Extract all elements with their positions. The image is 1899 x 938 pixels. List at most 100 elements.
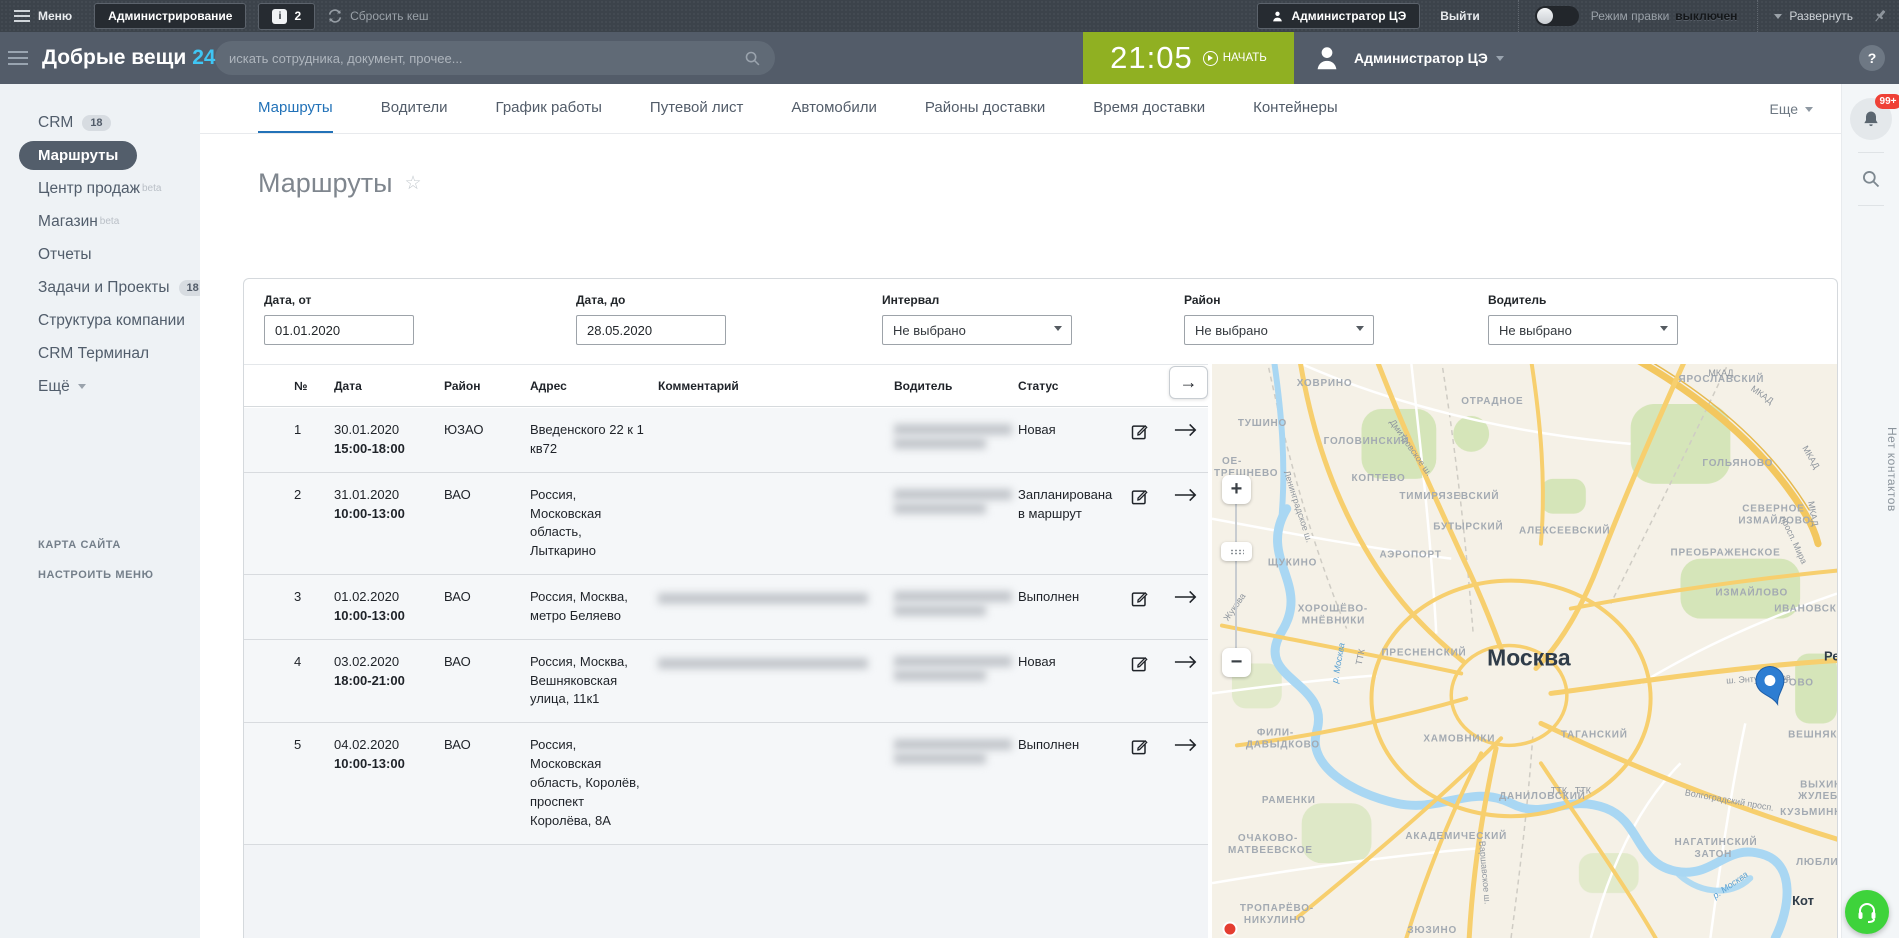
help-button[interactable]: ? bbox=[1859, 45, 1885, 71]
map-district-label: ОЧАКОВО- bbox=[1238, 833, 1298, 844]
column-header-5[interactable]: Водитель bbox=[894, 379, 1018, 393]
column-header-1[interactable]: Дата bbox=[334, 379, 444, 393]
tab-0[interactable]: Маршруты bbox=[258, 84, 333, 133]
sidebar-item-badge: 18 bbox=[82, 115, 110, 131]
map-district-label: ОЕ- bbox=[1222, 456, 1242, 467]
column-header-6[interactable]: Статус bbox=[1018, 379, 1130, 393]
tab-6[interactable]: Время доставки bbox=[1093, 84, 1205, 133]
filter-select-3[interactable]: Не выбрано bbox=[1184, 315, 1374, 345]
reset-cache-button[interactable]: Сбросить кеш bbox=[327, 8, 428, 24]
zoom-slider-handle[interactable] bbox=[1221, 542, 1252, 561]
column-header-4[interactable]: Комментарий bbox=[658, 379, 894, 393]
logout-button[interactable]: Выйти bbox=[1440, 9, 1480, 23]
table-row: 403.02.202018:00-21:00ВАОРоссия, Москва,… bbox=[244, 640, 1208, 724]
sidebar-item-5[interactable]: Задачи и Проекты18 bbox=[0, 271, 200, 304]
sidebar-item-1[interactable]: Маршруты bbox=[0, 139, 200, 172]
beta-tag: beta bbox=[142, 183, 161, 194]
map-district-label: ЗЮЗИНО bbox=[1407, 925, 1457, 936]
delivery-map[interactable]: ХОВРИНООТРАДНОЕЯРОСЛАВСКИЙГОЛОВИНСКИЙТУШ… bbox=[1212, 364, 1837, 938]
table-row: 504.02.202010:00-13:00ВАОРоссия, Московс… bbox=[244, 723, 1208, 844]
configure-menu-link[interactable]: НАСТРОИТЬ МЕНЮ bbox=[38, 569, 154, 581]
route-address: Россия, Москва, метро Беляево bbox=[530, 588, 658, 626]
divider bbox=[1858, 152, 1884, 153]
zoom-in-button[interactable]: + bbox=[1222, 475, 1251, 504]
sidebar-item-label: Магазин bbox=[38, 213, 98, 231]
admin-menu-label[interactable]: Меню bbox=[38, 9, 72, 23]
open-route-button[interactable] bbox=[1174, 654, 1196, 676]
filter-select-4[interactable]: Не выбрано bbox=[1488, 315, 1678, 345]
zoom-out-button[interactable]: − bbox=[1222, 648, 1251, 677]
edit-route-button[interactable] bbox=[1130, 654, 1152, 676]
open-route-button[interactable] bbox=[1174, 589, 1196, 611]
edit-route-button[interactable] bbox=[1130, 589, 1152, 611]
sidebar-item-7[interactable]: CRM Терминал bbox=[0, 337, 200, 370]
map-district-label: ЗАТОН bbox=[1694, 849, 1732, 860]
filter-input-1[interactable] bbox=[576, 315, 726, 345]
redacted-driver bbox=[894, 605, 986, 616]
column-header-2[interactable]: Район bbox=[444, 379, 530, 393]
tab-4[interactable]: Автомобили bbox=[791, 84, 876, 133]
redacted-driver bbox=[894, 656, 1012, 667]
tab-2[interactable]: График работы bbox=[496, 84, 602, 133]
pin-icon[interactable] bbox=[1871, 7, 1889, 25]
sidebar-item-0[interactable]: CRM18 bbox=[0, 106, 200, 139]
route-number: 2 bbox=[294, 486, 334, 561]
global-search[interactable] bbox=[215, 41, 775, 75]
support-chat-button[interactable] bbox=[1845, 890, 1889, 934]
sidebar-item-3[interactable]: Магазинbeta bbox=[0, 205, 200, 238]
reset-cache-label: Сбросить кеш bbox=[350, 9, 428, 23]
sidebar-item-6[interactable]: Структура компании bbox=[0, 304, 200, 337]
column-header-3[interactable]: Адрес bbox=[530, 379, 658, 393]
open-route-button[interactable] bbox=[1174, 737, 1196, 759]
info-counter-button[interactable]: i 2 bbox=[258, 3, 315, 30]
header-user-menu[interactable]: Администратор ЦЭ bbox=[1312, 32, 1511, 84]
date-value: 31.01.2020 bbox=[334, 486, 434, 505]
filter-input-0[interactable] bbox=[264, 315, 414, 345]
sidebar-item-4[interactable]: Отчеты bbox=[0, 238, 200, 271]
map-road-label: ТТК bbox=[1551, 785, 1568, 795]
tab-5[interactable]: Районы доставки bbox=[925, 84, 1045, 133]
edit-route-button[interactable] bbox=[1130, 487, 1152, 509]
notifications-button[interactable]: 99+ bbox=[1850, 98, 1892, 140]
refresh-icon bbox=[327, 8, 343, 24]
table-expand-arrow-button[interactable]: → bbox=[1169, 366, 1208, 399]
map-district-label: ОТРАДНОЕ bbox=[1461, 396, 1523, 407]
im-search-button[interactable] bbox=[1842, 163, 1899, 195]
tab-1[interactable]: Водители bbox=[381, 84, 448, 133]
administration-button[interactable]: Администрирование bbox=[94, 3, 246, 29]
expand-button[interactable]: Развернуть bbox=[1774, 9, 1853, 23]
app-logo[interactable]: Добрые вещи24 bbox=[42, 46, 216, 70]
bell-icon bbox=[1861, 109, 1881, 129]
map-district-label: БУТЫРСКИЙ bbox=[1433, 521, 1503, 533]
filter-label: Дата, до bbox=[576, 293, 726, 307]
edit-mode-toggle[interactable] bbox=[1535, 6, 1579, 26]
column-header-0[interactable]: № bbox=[294, 379, 334, 393]
favorite-star-icon[interactable]: ☆ bbox=[404, 172, 421, 195]
sidebar-item-2[interactable]: Центр продажbeta bbox=[0, 172, 200, 205]
sidebar-item-8[interactable]: Ещё bbox=[0, 370, 200, 403]
map-district-label: ГОЛОВИНСКИЙ bbox=[1324, 435, 1410, 447]
map-marker-red[interactable] bbox=[1223, 923, 1236, 936]
filter-label: Интервал bbox=[882, 293, 1072, 307]
table-row: 231.01.202010:00-13:00ВАОРоссия, Московс… bbox=[244, 473, 1208, 575]
filter-select-2[interactable]: Не выбрано bbox=[882, 315, 1072, 345]
admin-menu-icon[interactable] bbox=[14, 10, 30, 22]
route-status: Новая bbox=[1018, 653, 1130, 710]
map-district-label: КУЗЬМИНКИ bbox=[1780, 807, 1837, 818]
tab-7[interactable]: Контейнеры bbox=[1253, 84, 1338, 133]
edit-route-button[interactable] bbox=[1130, 737, 1152, 759]
open-route-button[interactable] bbox=[1174, 422, 1196, 444]
tab-3[interactable]: Путевой лист bbox=[650, 84, 744, 133]
timer-start-button[interactable]: НАЧАТЬ bbox=[1203, 51, 1267, 66]
search-input[interactable] bbox=[229, 51, 744, 66]
edit-route-button[interactable] bbox=[1130, 422, 1152, 444]
map-district-label: ГОЛЬЯНОВО bbox=[1702, 458, 1773, 469]
sidebar-toggle-icon[interactable] bbox=[8, 51, 28, 65]
map-district-label: ТИМИРЯЗЕВСКИЙ bbox=[1399, 490, 1499, 502]
open-route-button[interactable] bbox=[1174, 487, 1196, 509]
work-timer[interactable]: 21:05 НАЧАТЬ bbox=[1083, 32, 1294, 84]
tabs-more-button[interactable]: Еще bbox=[1770, 84, 1814, 134]
admin-user-button[interactable]: Администратор ЦЭ bbox=[1257, 3, 1421, 29]
map-district-label: АКАДЕМИЧЕСКИЙ bbox=[1405, 830, 1507, 842]
sitemap-link[interactable]: КАРТА САЙТА bbox=[38, 539, 121, 551]
